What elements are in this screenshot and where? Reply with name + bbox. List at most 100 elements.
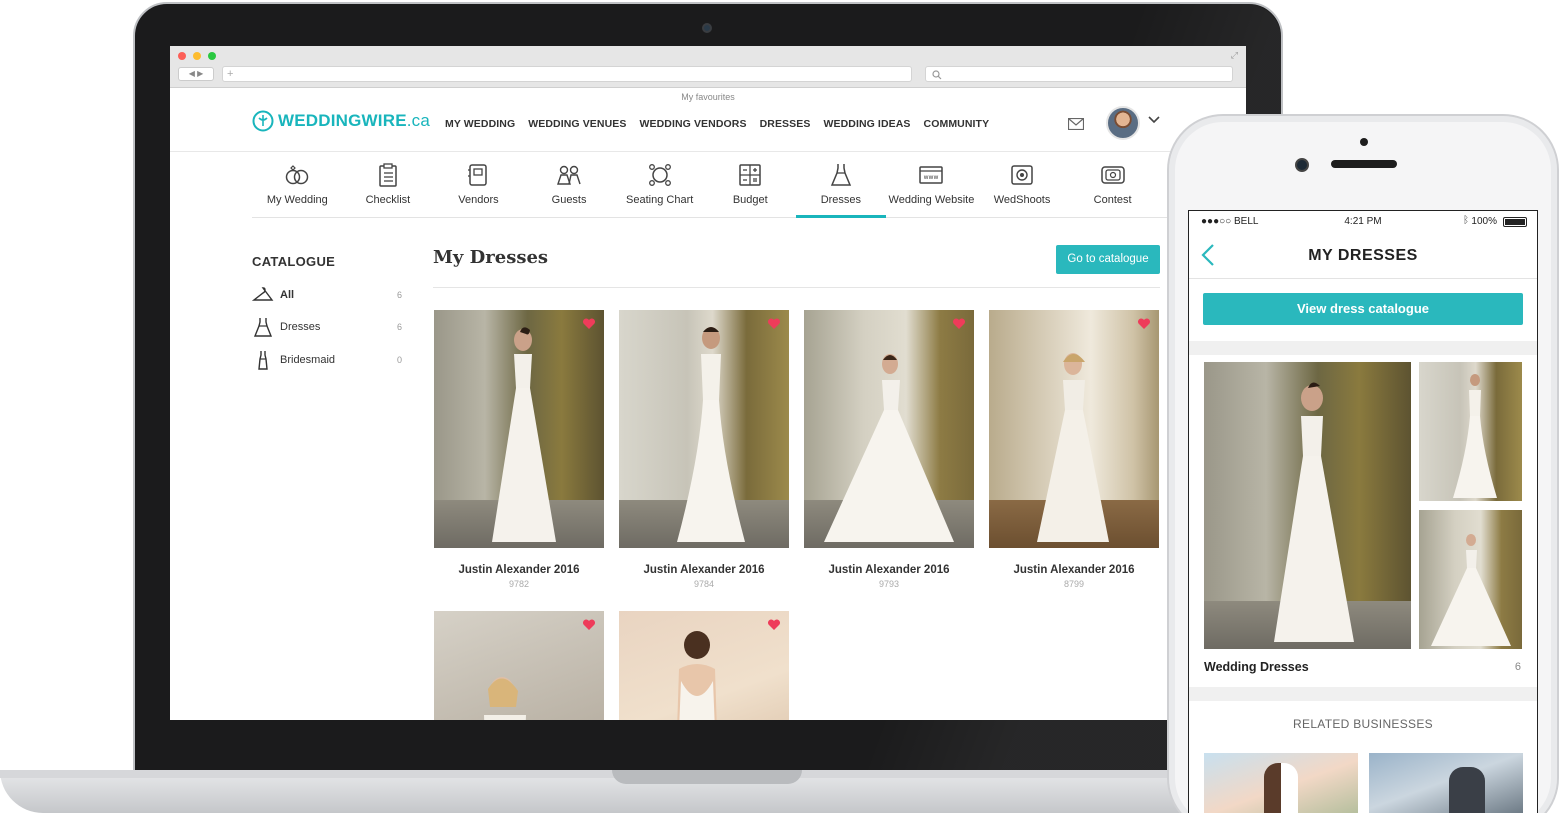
tool-wedding-website[interactable]: www Wedding Website: [886, 154, 977, 217]
tool-label: Vendors: [458, 194, 499, 206]
new-tab-icon[interactable]: +: [227, 67, 233, 81]
view-dress-catalogue-button[interactable]: View dress catalogue: [1203, 293, 1523, 325]
dress-name: Justin Alexander 2016: [458, 564, 580, 576]
go-to-catalogue-button[interactable]: Go to catalogue: [1056, 245, 1160, 274]
dress-photo[interactable]: [804, 310, 974, 548]
dress-photo[interactable]: [434, 310, 604, 548]
tool-dresses[interactable]: Dresses: [795, 154, 887, 218]
dress-icon: [830, 164, 851, 186]
sidebar-item-count: 6: [396, 322, 402, 332]
sidebar-item-label: Bridesmaid: [280, 354, 336, 366]
laptop-camera: [702, 23, 712, 33]
tool-seating-chart[interactable]: Seating Chart: [614, 154, 705, 217]
bridesmaid-dress-icon: [258, 351, 268, 370]
nav-wedding-ideas[interactable]: WEDDING IDEAS: [823, 118, 910, 130]
album-photo-large[interactable]: [1204, 362, 1411, 649]
logo-icon: [252, 110, 274, 132]
minimize-window-button[interactable]: [193, 52, 201, 60]
favourite-heart-icon[interactable]: [1137, 318, 1151, 330]
dress-card[interactable]: [619, 611, 789, 720]
gown-illustration: [492, 327, 556, 542]
dress-card[interactable]: Justin Alexander 2016 9782: [434, 310, 604, 589]
tool-guests[interactable]: Guests: [524, 154, 615, 217]
tool-label: Contest: [1093, 194, 1132, 206]
hanger-icon: [252, 287, 274, 301]
gown-illustration: [824, 354, 954, 542]
battery-percent: 100%: [1471, 216, 1497, 227]
favourite-heart-icon[interactable]: [582, 619, 596, 631]
nav-wedding-vendors[interactable]: WEDDING VENDORS: [639, 118, 746, 130]
guests-icon: [557, 165, 581, 185]
dress-photo[interactable]: [434, 611, 604, 720]
browser-search-bar[interactable]: [925, 66, 1233, 82]
favourite-heart-icon[interactable]: [767, 619, 781, 631]
nav-wedding-venues[interactable]: WEDDING VENUES: [528, 118, 626, 130]
favourite-heart-icon[interactable]: [952, 318, 966, 330]
mail-icon[interactable]: [1068, 118, 1084, 130]
status-bar: ●●●○○ BELL 4:21 PM ᛒ 100%: [1189, 211, 1537, 231]
logo-text: WEDDINGWIRE: [278, 111, 407, 130]
tool-label: WedShoots: [993, 194, 1051, 206]
maximize-window-button[interactable]: [208, 52, 216, 60]
tool-vendors[interactable]: Vendors: [433, 154, 524, 217]
fullscreen-icon[interactable]: ⤢: [1231, 50, 1238, 61]
album-label[interactable]: Wedding Dresses: [1204, 660, 1309, 674]
sidebar-item-bridesmaid[interactable]: Bridesmaid 0: [252, 349, 402, 371]
back-forward-buttons[interactable]: ◀ ▶: [178, 67, 214, 81]
gown-illustration: [1274, 382, 1354, 642]
chevron-down-icon[interactable]: [1148, 116, 1160, 124]
checklist-icon: [379, 163, 397, 187]
tool-label: Seating Chart: [626, 194, 694, 206]
phone-camera: [1295, 158, 1309, 172]
favourite-heart-icon[interactable]: [767, 318, 781, 330]
search-icon: [932, 70, 942, 80]
tool-wedshoots[interactable]: WedShoots: [977, 154, 1068, 217]
favourite-heart-icon[interactable]: [582, 318, 596, 330]
main-nav: MY WEDDING WEDDING VENUES WEDDING VENDOR…: [445, 118, 989, 130]
related-business-card[interactable]: [1204, 753, 1358, 813]
tool-contest[interactable]: Contest: [1067, 154, 1158, 217]
album-photo-small[interactable]: [1419, 362, 1522, 501]
divider: [433, 287, 1160, 288]
sidebar-item-dresses[interactable]: Dresses 6: [252, 316, 402, 338]
gown-illustration: [1453, 374, 1497, 498]
nav-my-wedding[interactable]: MY WEDDING: [445, 118, 515, 130]
tools-bar: My Wedding Checklist Vendors Guests Seat…: [252, 154, 1246, 218]
tool-budget[interactable]: Budget: [705, 154, 796, 217]
site-header: WEDDINGWIRE.ca MY WEDDING WEDDING VENUES…: [170, 106, 1246, 152]
tool-label: My Wedding: [266, 194, 328, 206]
dress-photo[interactable]: [989, 310, 1159, 548]
nav-dresses[interactable]: DRESSES: [760, 118, 811, 130]
close-window-button[interactable]: [178, 52, 186, 60]
address-bar[interactable]: +: [222, 66, 912, 82]
dress-photo[interactable]: [619, 611, 789, 720]
nav-community[interactable]: COMMUNITY: [924, 118, 990, 130]
tool-my-wedding[interactable]: My Wedding: [252, 154, 343, 217]
favourites-bar[interactable]: My favourites: [170, 88, 1246, 106]
album-count: 6: [1514, 661, 1521, 673]
dress-photo[interactable]: [619, 310, 789, 548]
dress-code: 9782: [508, 579, 530, 589]
section-separator: [1189, 687, 1537, 701]
related-business-card[interactable]: [1369, 753, 1523, 813]
dress-card[interactable]: Justin Alexander 2016 9784: [619, 310, 789, 589]
dress-card[interactable]: Justin Alexander 2016 9793: [804, 310, 974, 589]
dress-card[interactable]: Justin Alexander 2016 8799: [989, 310, 1159, 589]
groom-photo: [1449, 767, 1485, 813]
sidebar-item-all[interactable]: All 6: [252, 284, 402, 306]
page-title: My Dresses: [433, 247, 549, 268]
tool-checklist[interactable]: Checklist: [343, 154, 434, 217]
dress-card[interactable]: [434, 611, 604, 720]
gown-illustration: [677, 631, 717, 720]
sidebar-item-label: Dresses: [280, 321, 321, 333]
album-photo-small[interactable]: [1419, 510, 1522, 649]
rings-icon: [286, 165, 309, 185]
gown-illustration: [1037, 353, 1109, 542]
section-separator: [1189, 341, 1537, 355]
catalogue-heading: CATALOGUE: [252, 254, 336, 269]
site-logo[interactable]: WEDDINGWIRE.ca: [252, 110, 430, 132]
browser-chrome: ◀ ▶ + ⤢: [170, 46, 1246, 88]
tool-label: Guests: [551, 194, 587, 206]
user-avatar[interactable]: [1106, 106, 1140, 140]
laptop-notch: [612, 770, 802, 784]
